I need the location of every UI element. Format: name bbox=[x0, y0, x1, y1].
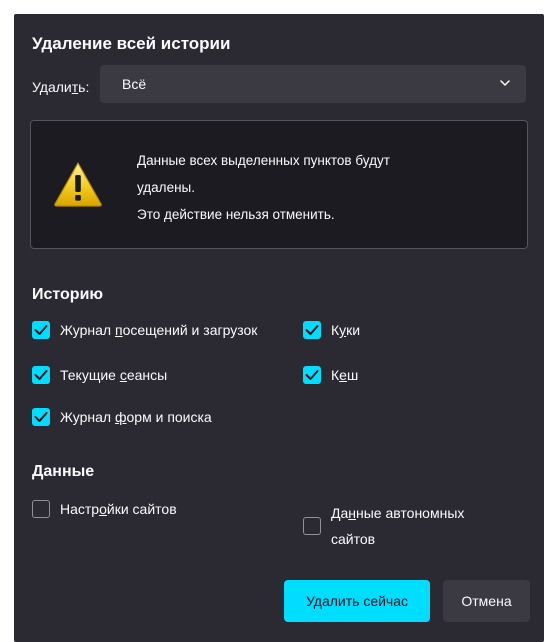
checkbox-form-search-history[interactable]: Журнал форм и поиска bbox=[32, 408, 212, 427]
checkbox-browsing-download-history[interactable]: Журнал посещений и загрузок bbox=[32, 321, 257, 340]
checkbox-box[interactable] bbox=[32, 500, 50, 518]
check-icon bbox=[305, 325, 319, 335]
warning-line: Это действие нельзя отменить. bbox=[137, 207, 335, 222]
warning-line: Данные всех выделенных пунктов будут bbox=[137, 153, 390, 168]
warning-box: Данные всех выделенных пунктов будут уда… bbox=[30, 120, 528, 249]
cancel-button[interactable]: Отмена bbox=[443, 580, 530, 622]
checkbox-label: Кеш bbox=[331, 367, 359, 383]
checkbox-box[interactable] bbox=[303, 321, 321, 339]
checkbox-site-settings[interactable]: Настройки сайтов bbox=[32, 500, 177, 519]
checkbox-label: Куки bbox=[331, 322, 361, 338]
checkbox-label: Журнал форм и поиска bbox=[60, 409, 212, 425]
data-section-heading: Данные bbox=[32, 463, 95, 480]
warning-line: удалены. bbox=[137, 180, 195, 195]
checkbox-cookies[interactable]: Куки bbox=[303, 321, 360, 340]
checkbox-box[interactable] bbox=[32, 408, 50, 426]
checkbox-label: Данные автономных сайтов bbox=[331, 505, 465, 547]
check-icon bbox=[34, 370, 48, 380]
checkbox-box[interactable] bbox=[303, 366, 321, 384]
checkbox-active-logins[interactable]: Текущие сеансы bbox=[32, 366, 167, 385]
chevron-down-icon bbox=[500, 80, 510, 86]
checkbox-box[interactable] bbox=[303, 517, 321, 535]
clear-history-dialog: Удаление всей истории Удалить: Всё Данны… bbox=[14, 14, 544, 642]
checkbox-label: Настройки сайтов bbox=[60, 501, 177, 517]
clear-now-button[interactable]: Удалить сейчас bbox=[284, 580, 430, 622]
checkbox-label: Журнал посещений и загрузок bbox=[60, 322, 258, 338]
history-section-heading: Историю bbox=[32, 286, 104, 303]
check-icon bbox=[305, 370, 319, 380]
check-icon bbox=[34, 412, 48, 422]
dialog-title: Удаление всей истории bbox=[32, 34, 231, 53]
checkbox-cache[interactable]: Кеш bbox=[303, 366, 358, 385]
warning-text: Данные всех выделенных пунктов будут уда… bbox=[137, 147, 497, 228]
warning-icon bbox=[54, 162, 102, 207]
checkbox-offline-website-data[interactable]: Данные автономных сайтов bbox=[303, 505, 464, 552]
checkbox-box[interactable] bbox=[32, 366, 50, 384]
time-range-label: Удалить: bbox=[32, 79, 90, 95]
check-icon bbox=[34, 325, 48, 335]
checkbox-label: Текущие сеансы bbox=[60, 367, 168, 383]
time-range-value: Всё bbox=[122, 76, 147, 92]
checkbox-box[interactable] bbox=[32, 321, 50, 339]
time-range-select[interactable]: Всё bbox=[100, 65, 526, 103]
